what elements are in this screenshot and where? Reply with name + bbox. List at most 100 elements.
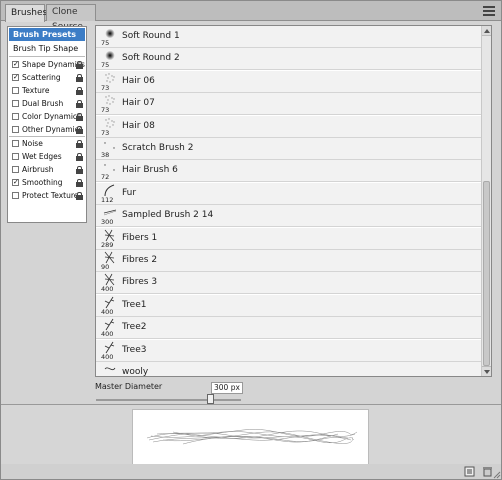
new-preset-icon[interactable]	[464, 466, 475, 477]
master-diameter-input[interactable]: 300 px	[211, 382, 243, 394]
lock-icon[interactable]	[76, 74, 83, 82]
preset-name: Soft Round 1	[122, 31, 180, 41]
scroll-thumb[interactable]	[483, 181, 490, 366]
lock-icon[interactable]	[76, 166, 83, 174]
option-label: Airbrush	[22, 165, 54, 174]
chevron-up-icon	[484, 29, 490, 33]
option-noise[interactable]: Noise	[10, 137, 86, 150]
preset-row[interactable]: 75 Soft Round 1	[96, 26, 481, 48]
resize-grip-icon[interactable]	[493, 471, 501, 479]
preset-name: Sampled Brush 2 14	[122, 210, 214, 221]
lock-icon[interactable]	[76, 87, 83, 95]
preset-name: Tree3	[122, 344, 147, 355]
option-scattering[interactable]: ✓ Scattering	[10, 71, 86, 84]
option-label: Color Dynamics	[22, 112, 81, 121]
preset-row[interactable]: 400 Tree1	[96, 294, 481, 317]
preset-name: Tree2	[122, 322, 147, 333]
preset-row[interactable]: 112 Fur	[96, 182, 481, 205]
option-checkbox[interactable]	[12, 140, 19, 147]
lock-icon[interactable]	[76, 179, 83, 187]
preset-row[interactable]: 400 Tree2	[96, 317, 481, 340]
chevron-down-icon	[484, 370, 490, 374]
preset-size: 73	[101, 83, 110, 92]
option-label: Other Dynamics	[22, 125, 83, 134]
lock-icon[interactable]	[76, 113, 83, 121]
preset-row[interactable]: 73 Hair 06	[96, 70, 481, 93]
option-smoothing[interactable]: ✓ Smoothing	[10, 176, 86, 189]
lock-icon[interactable]	[76, 192, 83, 200]
preset-size: 73	[101, 128, 110, 137]
preset-row[interactable]: 75 Soft Round 2	[96, 48, 481, 71]
option-checkbox[interactable]	[12, 166, 19, 173]
lock-icon[interactable]	[76, 126, 83, 134]
option-dual-brush[interactable]: Dual Brush	[10, 97, 86, 110]
option-label: Scattering	[22, 73, 61, 82]
tab-clone-source[interactable]: Clone Source	[46, 4, 96, 32]
option-label: Wet Edges	[22, 152, 62, 161]
preset-row[interactable]: 72 Hair Brush 6	[96, 160, 481, 183]
option-label: Texture	[22, 86, 50, 95]
preset-size: 73	[101, 106, 110, 115]
preset-name: Hair 07	[122, 98, 155, 109]
option-brush-presets[interactable]: Brush Presets	[9, 28, 85, 41]
option-checkbox[interactable]	[12, 192, 19, 199]
tab-brushes[interactable]: Brushes×	[5, 4, 56, 22]
preset-row[interactable]: 400 Tree3	[96, 339, 481, 362]
trash-icon[interactable]	[482, 466, 493, 477]
preset-list-scrollbar[interactable]	[481, 26, 491, 376]
option-other-dynamics[interactable]: Other Dynamics	[10, 123, 86, 136]
lock-icon[interactable]	[76, 100, 83, 108]
preset-size: 400	[101, 352, 114, 361]
master-diameter-slider-track[interactable]	[96, 399, 241, 401]
panel-footer	[1, 464, 501, 479]
option-checkbox[interactable]	[12, 87, 19, 94]
option-shape-dynamics[interactable]: ✓ Shape Dynamics	[10, 58, 86, 71]
option-checkbox[interactable]: ✓	[12, 74, 19, 81]
preset-size: 400	[101, 330, 114, 339]
option-label: Noise	[22, 139, 43, 148]
preset-row[interactable]: 289 Fibers 1	[96, 227, 481, 250]
option-checkbox[interactable]: ✓	[12, 61, 19, 68]
preset-name: Fibres 2	[122, 255, 158, 265]
lock-icon[interactable]	[76, 61, 83, 69]
option-checkbox[interactable]: ✓	[12, 179, 19, 186]
preset-name: Hair 06	[122, 75, 155, 86]
option-checkbox[interactable]	[12, 113, 19, 120]
preset-size: 47	[101, 375, 109, 376]
option-airbrush[interactable]: Airbrush	[10, 163, 86, 176]
preset-row[interactable]: 47 wooly	[96, 362, 481, 376]
option-texture[interactable]: Texture	[10, 84, 86, 97]
preset-size: 289	[101, 240, 114, 249]
master-diameter-label: Master Diameter	[95, 382, 163, 391]
preset-row[interactable]: 300 Sampled Brush 2 14	[96, 205, 481, 228]
option-checkbox[interactable]	[12, 153, 19, 160]
preset-row[interactable]: 73 Hair 07	[96, 93, 481, 116]
preset-row[interactable]: 73 Hair 08	[96, 115, 481, 138]
preset-name: Hair 08	[122, 120, 155, 131]
preset-row[interactable]: 90 Fibres 2	[96, 250, 481, 272]
preset-name: Fibers 1	[122, 232, 158, 243]
master-diameter-slider-handle[interactable]	[206, 394, 214, 404]
preset-row[interactable]: 38 Scratch Brush 2	[96, 138, 481, 160]
lock-icon[interactable]	[76, 140, 83, 148]
preset-size: 90	[101, 263, 110, 271]
preset-size: 75	[101, 39, 110, 47]
option-protect-texture[interactable]: Protect Texture	[10, 189, 86, 202]
option-brush-tip-shape[interactable]: Brush Tip Shape	[9, 42, 85, 55]
preset-size: 72	[101, 173, 110, 182]
option-checkbox[interactable]	[12, 126, 19, 133]
scroll-down-button[interactable]	[482, 366, 491, 376]
option-label: Protect Texture	[22, 191, 79, 200]
option-wet-edges[interactable]: Wet Edges	[10, 150, 86, 163]
option-color-dynamics[interactable]: Color Dynamics	[10, 110, 86, 123]
scroll-up-button[interactable]	[482, 26, 491, 36]
preset-name: Hair Brush 6	[122, 165, 178, 176]
preset-size: 75	[101, 61, 110, 70]
stroke-preview-icon	[146, 429, 358, 445]
panel-menu-icon[interactable]	[483, 6, 495, 16]
preset-name: Soft Round 2	[122, 53, 180, 64]
option-checkbox[interactable]	[12, 100, 19, 107]
preset-row[interactable]: 400 Fibres 3	[96, 272, 481, 295]
lock-icon[interactable]	[76, 153, 83, 161]
preset-name: Fibres 3	[122, 277, 158, 288]
